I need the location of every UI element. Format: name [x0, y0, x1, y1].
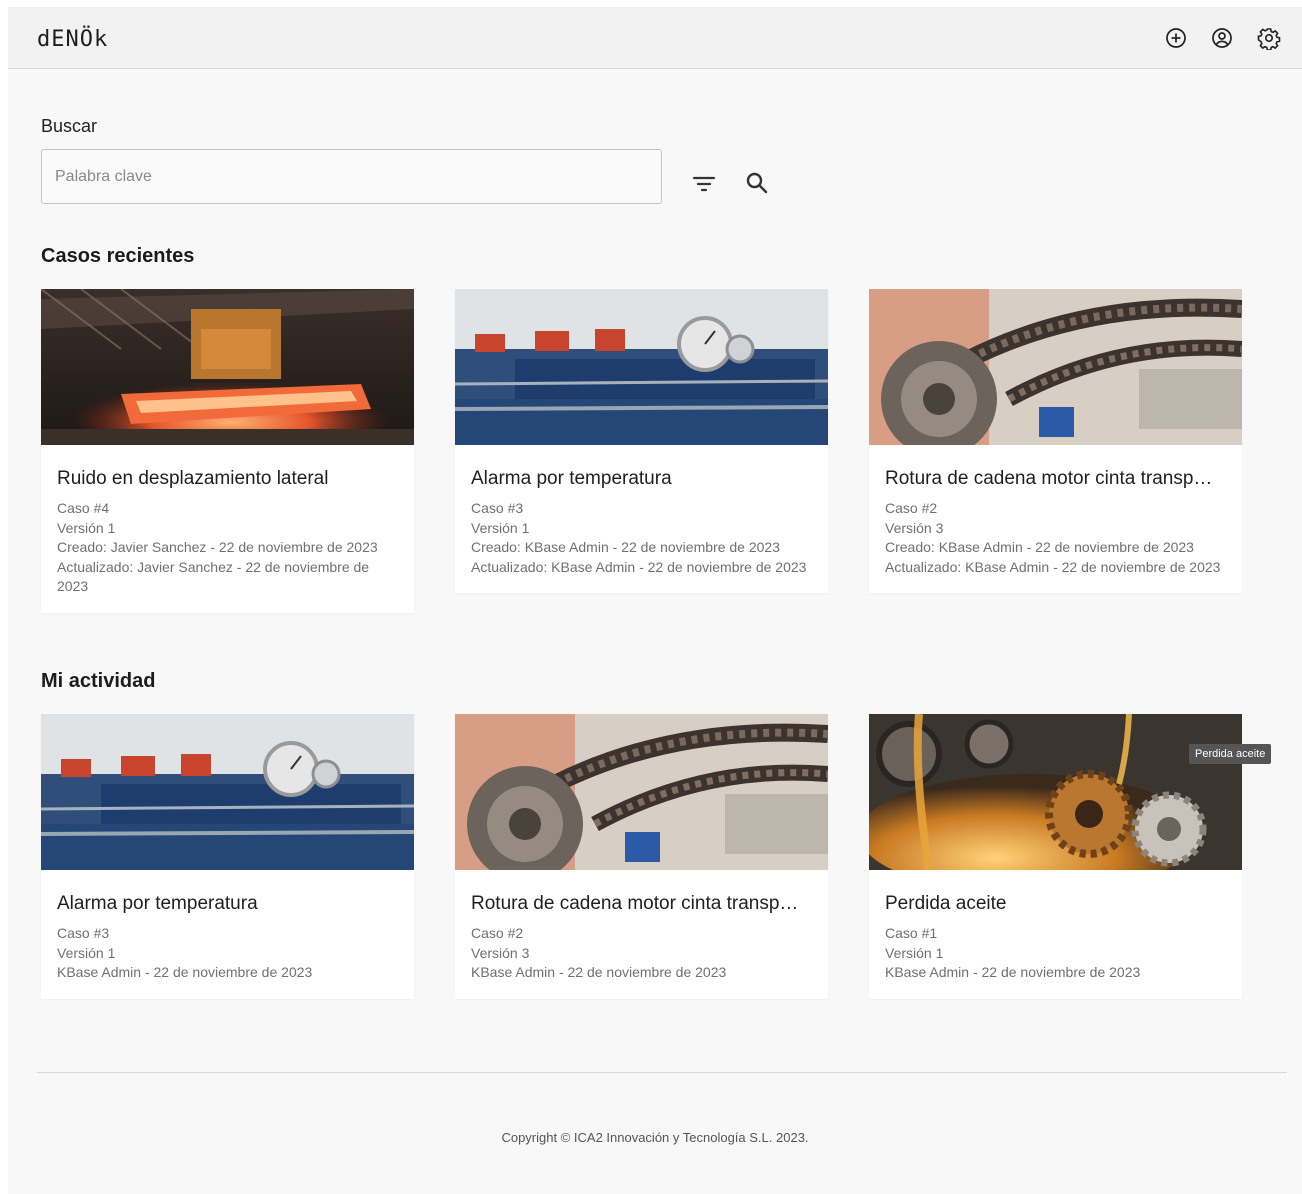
- activity-card[interactable]: Alarma por temperatura Caso #3 Versión 1…: [41, 714, 414, 999]
- settings-gear-icon[interactable]: [1257, 26, 1281, 50]
- card-title: Rotura de cadena motor cinta transp…: [885, 468, 1213, 489]
- recent-case-card[interactable]: Rotura de cadena motor cinta transp… Cas…: [869, 289, 1242, 593]
- card-title: Alarma por temperatura: [57, 893, 258, 914]
- pressure-gauge-pipes-photo: [41, 714, 414, 870]
- case-version: Versión 1: [57, 944, 116, 961]
- activity-info: KBase Admin - 22 de noviembre de 2023: [471, 964, 727, 980]
- account-circle-icon[interactable]: [1210, 26, 1234, 50]
- case-number: Caso #3: [57, 925, 110, 941]
- updated-info: Actualizado: KBase Admin - 22 de noviemb…: [885, 558, 1221, 575]
- filter-icon[interactable]: [690, 169, 718, 197]
- case-version: Versión 1: [471, 519, 530, 536]
- chain-sprocket-motor-photo: [869, 289, 1242, 445]
- created-info: Creado: KBase Admin - 22 de noviembre de…: [885, 539, 1194, 555]
- updated-info: Actualizado: Javier Sanchez - 22 de novi…: [57, 558, 370, 595]
- image-tooltip: Perdida aceite: [1189, 744, 1272, 764]
- case-version: Versión 3: [471, 944, 530, 961]
- card-title: Alarma por temperatura: [471, 468, 672, 489]
- recent-case-card[interactable]: Ruido en desplazamiento lateral Caso #4 …: [41, 289, 414, 613]
- top-bar: dENÖk: [8, 7, 1302, 69]
- app-logo[interactable]: dENÖk: [37, 27, 108, 52]
- footer-divider: [37, 1072, 1287, 1073]
- created-info: Creado: Javier Sanchez - 22 de noviembre…: [57, 539, 378, 555]
- app-frame: dENÖk Buscar Casos recient: [8, 7, 1302, 1194]
- case-version: Versión 1: [57, 519, 116, 536]
- footer-copyright: Copyright © ICA2 Innovación y Tecnología…: [501, 1130, 809, 1145]
- case-number: Caso #2: [885, 500, 938, 516]
- recent-case-card[interactable]: Alarma por temperatura Caso #3 Versión 1…: [455, 289, 828, 593]
- activity-info: KBase Admin - 22 de noviembre de 2023: [885, 964, 1141, 980]
- gears-oil-leak-photo: [869, 714, 1242, 870]
- case-number: Caso #1: [885, 925, 938, 941]
- steel-mill-crane-photo: [41, 289, 414, 445]
- my-activity-title: Mi actividad: [41, 670, 156, 692]
- pressure-gauge-pipes-photo: [455, 289, 828, 445]
- case-version: Versión 1: [885, 944, 944, 961]
- recent-cases-title: Casos recientes: [41, 245, 195, 267]
- card-title: Rotura de cadena motor cinta transp…: [471, 893, 799, 914]
- case-number: Caso #4: [57, 500, 110, 516]
- activity-info: KBase Admin - 22 de noviembre de 2023: [57, 964, 313, 980]
- case-number: Caso #2: [471, 925, 524, 941]
- case-version: Versión 3: [885, 519, 944, 536]
- card-title: Ruido en desplazamiento lateral: [57, 468, 329, 489]
- created-info: Creado: KBase Admin - 22 de noviembre de…: [471, 539, 780, 555]
- card-title: Perdida aceite: [885, 893, 1007, 914]
- case-number: Caso #3: [471, 500, 524, 516]
- activity-card[interactable]: Perdida aceite Caso #1 Versión 1 KBase A…: [869, 714, 1242, 999]
- search-icon[interactable]: [743, 169, 771, 197]
- updated-info: Actualizado: KBase Admin - 22 de noviemb…: [471, 558, 807, 575]
- search-label: Buscar: [41, 116, 98, 136]
- add-circle-icon[interactable]: [1164, 26, 1188, 50]
- search-input[interactable]: [41, 149, 662, 204]
- activity-card[interactable]: Rotura de cadena motor cinta transp… Cas…: [455, 714, 828, 999]
- chain-sprocket-motor-photo: [455, 714, 828, 870]
